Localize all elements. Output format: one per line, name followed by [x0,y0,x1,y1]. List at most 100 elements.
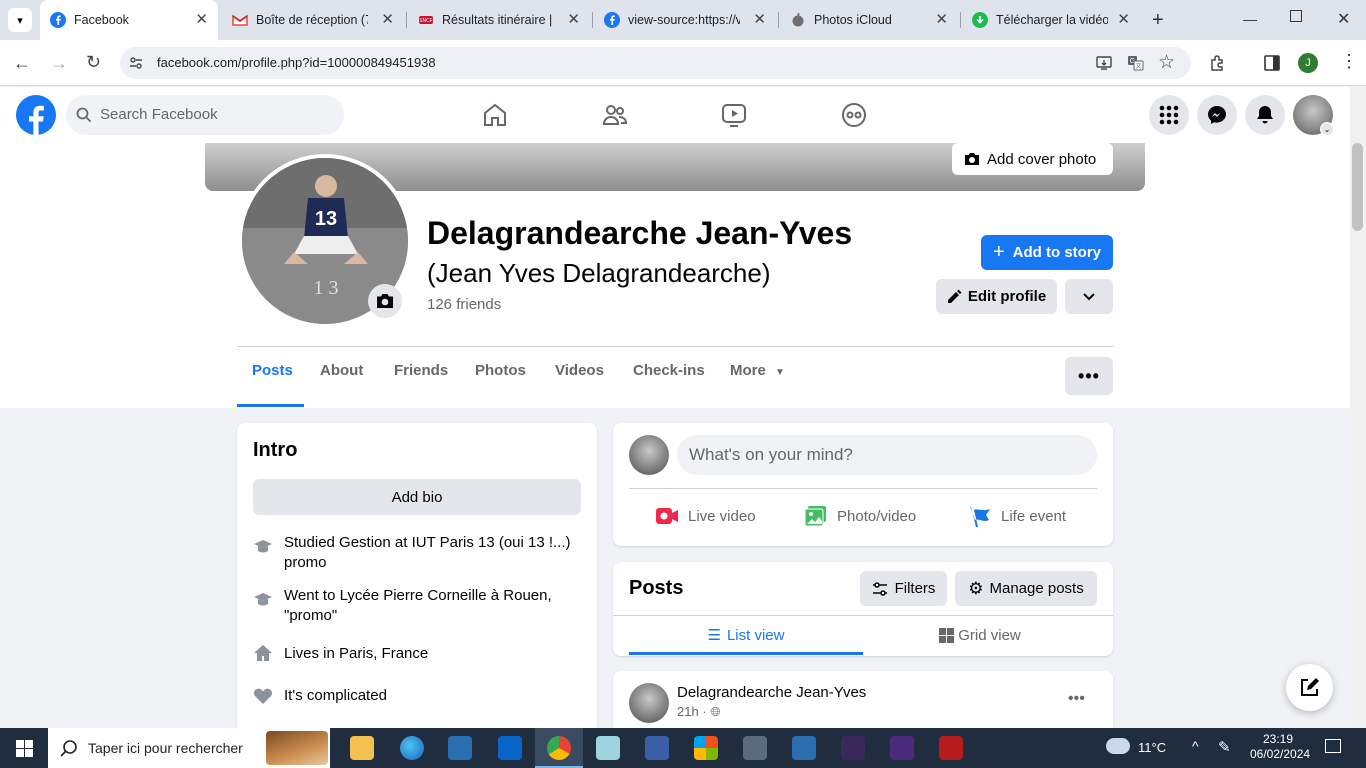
weather-cloud-icon[interactable] [1106,738,1130,754]
back-icon[interactable]: ← [13,53,31,74]
tab-friends[interactable]: Friends [394,362,448,392]
taskbar-clock[interactable]: 23:19 06/02/2024 [1250,732,1310,762]
tab-photos[interactable]: Photos [475,362,526,392]
post-author-avatar[interactable] [629,683,669,723]
facebook-logo-icon[interactable] [16,95,56,135]
active-tab-indicator [237,404,304,407]
tab-check-ins[interactable]: Check-ins [633,362,705,392]
close-icon[interactable]: ✕ [567,12,580,28]
list-view-tab[interactable]: ☰ List view [629,616,863,654]
change-profile-picture-button[interactable] [368,284,402,318]
flag-icon [970,506,990,527]
file-explorer-icon[interactable] [350,736,374,760]
notification-center-icon[interactable] [1325,739,1341,753]
svg-text:1 3: 1 3 [314,277,339,299]
composer-avatar[interactable] [629,435,669,475]
life-event-button[interactable]: Life event [968,505,1066,527]
menu-grid-button[interactable] [1149,95,1189,135]
close-icon[interactable]: ✕ [753,12,766,28]
tab-facebook[interactable]: Facebook ✕ [40,0,218,40]
tab-more[interactable]: More ▼ [730,362,785,392]
app-icon[interactable] [645,736,669,760]
side-panel-icon[interactable] [1264,55,1280,71]
close-icon[interactable]: ✕ [195,12,208,28]
tab-view-source[interactable]: view-source:https://v ✕ [594,0,776,40]
tab-about[interactable]: About [320,362,363,392]
grid-view-tab[interactable]: Grid view [863,616,1097,654]
grid-icon [939,627,955,643]
bookmark-star-icon[interactable]: ☆ [1158,51,1175,74]
mail-icon[interactable] [498,736,522,760]
live-video-button[interactable]: Live video [655,505,756,527]
profile-avatar[interactable]: J [1298,53,1318,73]
post-author-name[interactable]: Delagrandearche Jean-Yves [677,684,866,701]
tab-videos[interactable]: Videos [555,362,604,392]
app-icon[interactable] [792,736,816,760]
close-icon[interactable]: ✕ [381,12,394,28]
extensions-icon[interactable] [1209,54,1227,72]
whats-on-your-mind-input[interactable]: What's on your mind? [677,435,1097,475]
translate-icon[interactable]: G文 [1127,55,1144,71]
tab-sncf[interactable]: SNCF Résultats itinéraire | S ✕ [408,0,590,40]
pen-icon[interactable]: ✎ [1218,738,1231,756]
filezilla-icon[interactable] [939,736,963,760]
app-icon[interactable] [596,736,620,760]
forward-icon[interactable]: → [50,53,68,74]
notifications-button[interactable] [1245,95,1285,135]
watch-video-icon[interactable] [721,102,747,128]
edit-profile-button[interactable]: Edit profile [936,279,1057,314]
url-text[interactable]: facebook.com/profile.php?id=100000849451… [157,55,436,70]
messenger-button[interactable] [1197,95,1237,135]
chevron-down-icon[interactable]: ⌄ [1320,122,1334,136]
home-icon[interactable] [482,102,508,128]
profile-more-dropdown-button[interactable] [1065,279,1113,314]
friends-icon[interactable] [602,102,628,128]
tab-gmail[interactable]: Boîte de réception (7 ✕ [222,0,404,40]
new-tab-button[interactable]: + [1152,9,1164,32]
close-window-button[interactable]: ✕ [1337,9,1350,29]
friends-count[interactable]: 126 friends [427,296,501,313]
site-info-icon[interactable] [128,55,144,71]
close-icon[interactable]: ✕ [935,12,948,28]
app-icon[interactable] [448,736,472,760]
add-cover-photo-button[interactable]: Add cover photo [952,143,1113,175]
install-app-icon[interactable] [1096,55,1112,71]
tab-search-button[interactable]: ▾ [8,8,32,32]
apple-icon [792,13,804,27]
new-message-button[interactable] [1286,664,1333,711]
tab-download-video[interactable]: Télécharger la vidéo F ✕ [962,0,1140,40]
post-options-icon[interactable]: ••• [1068,690,1085,708]
add-to-story-button[interactable]: + Add to story [981,235,1113,270]
weather-temperature[interactable]: 11°C [1138,740,1166,755]
tab-posts[interactable]: Posts [252,362,293,392]
life-event-label: Life event [1001,507,1067,525]
photo-video-button[interactable]: Photo/video [804,505,916,527]
caret-down-icon: ▼ [775,367,785,378]
tab-icloud[interactable]: Photos iCloud ✕ [780,0,958,40]
restore-button[interactable] [1290,10,1302,22]
minimize-button[interactable]: — [1243,11,1257,27]
lives-prefix: Lives in [284,645,340,662]
manage-posts-button[interactable]: ⚙ Manage posts [955,571,1097,606]
profile-options-button[interactable]: ••• [1065,357,1113,395]
app-icon[interactable] [841,736,865,760]
tray-chevron-up-icon[interactable]: ^ [1192,738,1199,754]
gaming-icon[interactable] [841,102,867,128]
chrome-icon[interactable] [547,736,571,760]
scrollbar-thumb[interactable] [1352,143,1363,231]
more-dots-icon: ••• [1078,365,1100,386]
app-icon[interactable] [890,736,914,760]
close-icon[interactable]: ✕ [1117,12,1130,28]
browser-menu-icon[interactable]: ⋮ [1340,52,1358,70]
add-bio-button[interactable]: Add bio [253,479,581,515]
lives-city-link[interactable]: Paris, France [339,645,428,662]
pencil-icon [947,289,962,303]
app-icon[interactable] [743,736,767,760]
gmail-icon [232,14,248,26]
reload-icon[interactable]: ↻ [86,52,101,73]
edge-icon[interactable] [400,736,424,760]
windows-start-icon[interactable] [16,740,33,757]
post-timestamp[interactable]: 21h · 🌐︎ [677,704,721,720]
filters-button[interactable]: Filters [860,571,947,606]
store-icon[interactable] [694,736,718,760]
